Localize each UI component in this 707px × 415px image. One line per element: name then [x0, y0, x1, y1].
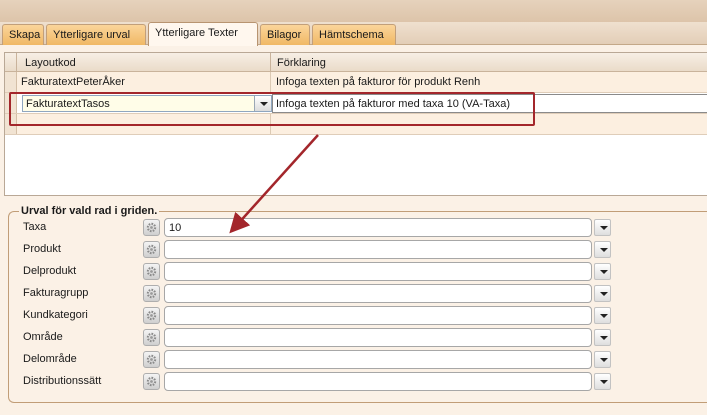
filter-row-delprodukt: Delprodukt: [0, 262, 707, 282]
filter-row-kundkategori: Kundkategori: [0, 306, 707, 326]
grid-header: Layoutkod Förklaring: [5, 53, 707, 72]
filter-row-produkt: Produkt: [0, 240, 707, 260]
tab-label: Ytterligare urval: [53, 29, 131, 41]
omrade-input[interactable]: [164, 328, 592, 347]
column-header-forklaring[interactable]: Förklaring: [277, 57, 326, 69]
delomrade-input[interactable]: [164, 350, 592, 369]
row-header[interactable]: [5, 72, 17, 92]
taxa-dropdown-button[interactable]: [594, 219, 611, 236]
gear-icon[interactable]: [143, 373, 160, 390]
tab-label: Hämtschema: [319, 29, 384, 41]
table-row[interactable]: FakturatextPeterÅker Infoga texten på fa…: [5, 72, 707, 93]
tab-label: Ytterligare Texter: [155, 27, 238, 39]
delprodukt-input[interactable]: [164, 262, 592, 281]
kundkategori-input[interactable]: [164, 306, 592, 325]
delprodukt-dropdown-button[interactable]: [594, 263, 611, 280]
cell-divider: [270, 72, 271, 92]
chevron-down-icon: [600, 314, 608, 318]
tab-label: Skapa: [9, 29, 41, 41]
field-label: Kundkategori: [23, 309, 88, 321]
kundkategori-dropdown-button[interactable]: [594, 307, 611, 324]
annotation-highlight-box: [9, 92, 535, 126]
filter-row-delomrade: Delområde: [0, 350, 707, 370]
chevron-down-icon: [600, 270, 608, 274]
filter-group-legend: Urval för vald rad i griden.: [19, 205, 160, 217]
fakturagrupp-input[interactable]: [164, 284, 592, 303]
produkt-input[interactable]: [164, 240, 592, 259]
gear-icon[interactable]: [143, 307, 160, 324]
cell-forklaring[interactable]: Infoga texten på fakturor för produkt Re…: [276, 76, 480, 88]
chevron-down-icon: [600, 336, 608, 340]
tab-skapa[interactable]: Skapa: [2, 24, 44, 45]
filter-row-omrade: Område: [0, 328, 707, 348]
chevron-down-icon: [600, 226, 608, 230]
tab-ytterligare-texter[interactable]: Ytterligare Texter: [148, 22, 258, 46]
gear-icon[interactable]: [143, 219, 160, 236]
column-header-layoutkod[interactable]: Layoutkod: [25, 57, 76, 69]
cell-layoutkod[interactable]: FakturatextPeterÅker: [21, 76, 125, 88]
chevron-down-icon: [600, 358, 608, 362]
field-label: Delprodukt: [23, 265, 77, 277]
tab-hamtschema[interactable]: Hämtschema: [312, 24, 396, 45]
gear-icon[interactable]: [143, 285, 160, 302]
field-label: Produkt: [23, 243, 61, 255]
gear-icon[interactable]: [143, 263, 160, 280]
gear-icon[interactable]: [143, 351, 160, 368]
taxa-input[interactable]: 10: [164, 218, 592, 237]
column-divider[interactable]: [270, 53, 271, 72]
filter-row-distributionssatt: Distributionssätt: [0, 372, 707, 392]
filter-row-taxa: Taxa 10: [0, 218, 707, 238]
tab-bar: Skapa Ytterligare urval Ytterligare Text…: [0, 22, 707, 46]
produkt-dropdown-button[interactable]: [594, 241, 611, 258]
field-label: Område: [23, 331, 63, 343]
delomrade-dropdown-button[interactable]: [594, 351, 611, 368]
gear-icon[interactable]: [143, 241, 160, 258]
distributionssatt-input[interactable]: [164, 372, 592, 391]
omrade-dropdown-button[interactable]: [594, 329, 611, 346]
field-label: Fakturagrupp: [23, 287, 89, 299]
tab-label: Bilagor: [267, 29, 302, 41]
fakturagrupp-dropdown-button[interactable]: [594, 285, 611, 302]
field-label: Distributionssätt: [23, 375, 102, 387]
filter-row-fakturagrupp: Fakturagrupp: [0, 284, 707, 304]
tab-bilagor[interactable]: Bilagor: [260, 24, 310, 45]
chevron-down-icon: [600, 380, 608, 384]
distributionssatt-dropdown-button[interactable]: [594, 373, 611, 390]
chevron-down-icon: [600, 292, 608, 296]
title-band: [0, 0, 707, 24]
gear-icon[interactable]: [143, 329, 160, 346]
field-label: Delområde: [23, 353, 77, 365]
tab-ytterligare-urval[interactable]: Ytterligare urval: [46, 24, 146, 45]
chevron-down-icon: [600, 248, 608, 252]
taxa-input-value[interactable]: 10: [169, 222, 181, 234]
field-label: Taxa: [23, 221, 47, 233]
row-header-corner: [5, 53, 17, 72]
